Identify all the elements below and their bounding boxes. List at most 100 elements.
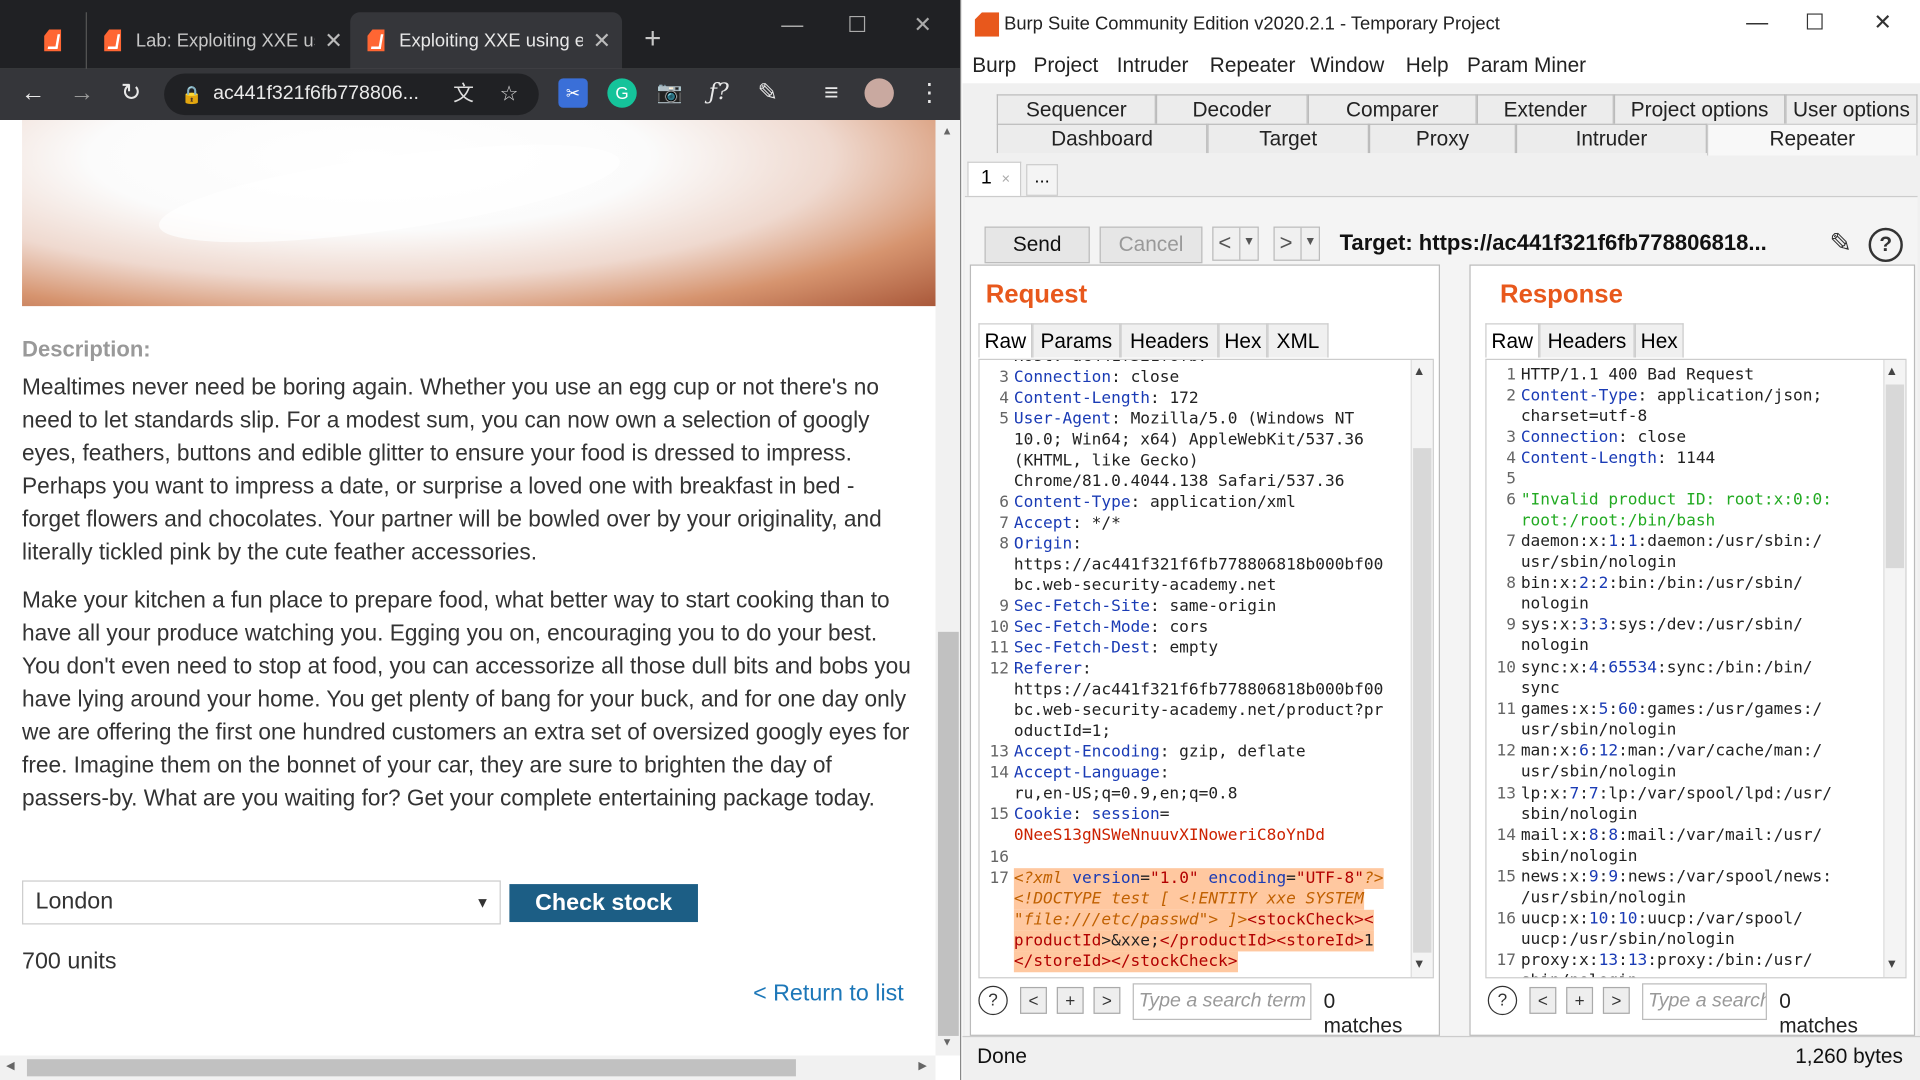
tab-decoder[interactable]: Decoder bbox=[1155, 94, 1308, 124]
bookmark-star-icon[interactable]: ☆ bbox=[500, 73, 519, 115]
url-text: ac441f321f6fb778806... bbox=[213, 83, 419, 105]
close-icon[interactable]: × bbox=[1002, 170, 1011, 187]
tab-params[interactable]: Params bbox=[1032, 323, 1121, 358]
maximize-button[interactable]: ☐ bbox=[1805, 10, 1825, 36]
browser-toolbar: ← → ↻ 🔒 ac441f321f6fb778806... ⽂ ☆ ✂ G 📷… bbox=[0, 68, 961, 121]
tab-headers[interactable]: Headers bbox=[1539, 323, 1635, 358]
scroll-right-arrow-icon[interactable]: ▶ bbox=[918, 1059, 926, 1072]
scroll-up-arrow-icon[interactable]: ▲ bbox=[1416, 365, 1423, 378]
browser-tab-active[interactable]: Exploiting XXE using e ✕ bbox=[350, 12, 623, 69]
tab-dashboard[interactable]: Dashboard bbox=[996, 123, 1208, 154]
menu-burp[interactable]: Burp bbox=[972, 54, 1016, 78]
search-next-button[interactable]: > bbox=[1602, 986, 1630, 1014]
eyedropper-icon[interactable]: ✎ bbox=[752, 78, 784, 107]
scroll-down-arrow-icon[interactable]: ▼ bbox=[1888, 958, 1895, 971]
scrollbar-thumb[interactable] bbox=[1413, 448, 1432, 953]
send-button[interactable]: Send bbox=[984, 226, 1090, 264]
tab-xml[interactable]: XML bbox=[1267, 323, 1329, 358]
history-forward-button[interactable]: > ▼ bbox=[1273, 226, 1321, 261]
history-back-button[interactable]: < ▼ bbox=[1212, 226, 1259, 261]
search-prev-button[interactable]: < bbox=[1020, 986, 1047, 1014]
close-icon[interactable]: ✕ bbox=[593, 28, 611, 54]
search-add-button[interactable]: + bbox=[1566, 986, 1594, 1014]
repeater-new-tab[interactable]: ... bbox=[1026, 164, 1058, 196]
menu-help[interactable]: Help bbox=[1406, 54, 1449, 78]
pencil-icon[interactable]: ✎ bbox=[1829, 228, 1852, 260]
tab-raw[interactable]: Raw bbox=[978, 323, 1033, 358]
cancel-button[interactable]: Cancel bbox=[1099, 226, 1203, 264]
extension-icon[interactable]: ✂ bbox=[558, 78, 588, 108]
scroll-down-arrow-icon[interactable]: ▼ bbox=[942, 1036, 953, 1048]
scroll-up-arrow-icon[interactable]: ▲ bbox=[1888, 365, 1895, 378]
profile-avatar[interactable] bbox=[864, 78, 894, 108]
tab-headers[interactable]: Headers bbox=[1120, 323, 1219, 358]
tab-raw[interactable]: Raw bbox=[1485, 323, 1540, 358]
tab-hex[interactable]: Hex bbox=[1634, 323, 1684, 358]
store-select[interactable]: London ▼ bbox=[22, 880, 501, 925]
address-bar[interactable]: 🔒 ac441f321f6fb778806... ⽂ ☆ bbox=[164, 73, 539, 116]
tab-comparer[interactable]: Comparer bbox=[1307, 94, 1477, 124]
response-search-input[interactable]: Type a search term bbox=[1642, 983, 1767, 1021]
return-to-list-link[interactable]: < Return to list bbox=[753, 981, 904, 1008]
browser-tab-pinned[interactable] bbox=[27, 12, 76, 68]
response-editor[interactable]: 1 HTTP/1.1 400 Bad Request 2 Content-Type:… bbox=[1485, 358, 1907, 979]
scrollbar-thumb[interactable] bbox=[937, 631, 959, 1036]
request-editor[interactable]: Host: ac441f321f6fb7 3Connection: close … bbox=[978, 358, 1434, 979]
tab-repeater[interactable]: Repeater bbox=[1706, 123, 1918, 156]
browser-tab-lab[interactable]: Lab: Exploiting XXE usi ✕ bbox=[85, 12, 343, 69]
function-icon[interactable]: ƒ? bbox=[703, 78, 735, 107]
tab-sequencer[interactable]: Sequencer bbox=[996, 94, 1156, 124]
new-tab-button[interactable]: + bbox=[644, 22, 661, 56]
menu-intruder[interactable]: Intruder bbox=[1117, 54, 1189, 78]
minimize-button[interactable]: — bbox=[1746, 10, 1768, 36]
repeater-tab-1[interactable]: 1 × bbox=[967, 161, 1022, 196]
menu-kebab-icon[interactable]: ⋮ bbox=[913, 78, 945, 107]
burp-favicon-icon bbox=[367, 29, 385, 52]
close-window-button[interactable]: ✕ bbox=[1873, 10, 1891, 36]
chevron-down-icon[interactable]: ▼ bbox=[1300, 227, 1316, 260]
back-arrow-icon[interactable]: ← bbox=[17, 78, 49, 107]
close-icon[interactable]: ✕ bbox=[324, 28, 342, 54]
scrollbar-thumb[interactable] bbox=[26, 1059, 796, 1077]
target-url[interactable]: Target: https://ac441f321f6fb778806818..… bbox=[1340, 230, 1767, 256]
help-icon[interactable]: ? bbox=[978, 985, 1008, 1016]
tab-hex[interactable]: Hex bbox=[1218, 323, 1268, 358]
burp-title-bar: Burp Suite Community Edition v2020.2.1 -… bbox=[962, 0, 1920, 49]
tab-target[interactable]: Target bbox=[1207, 123, 1369, 154]
grammarly-icon[interactable]: G bbox=[607, 78, 637, 108]
help-icon[interactable]: ? bbox=[1487, 985, 1518, 1016]
menu-window[interactable]: Window bbox=[1310, 54, 1384, 78]
tab-proxy[interactable]: Proxy bbox=[1368, 123, 1516, 154]
tab-project-options[interactable]: Project options bbox=[1613, 94, 1786, 124]
scrollbar-thumb[interactable] bbox=[1885, 384, 1905, 569]
search-add-button[interactable]: + bbox=[1056, 986, 1084, 1014]
response-editor-scrollbar[interactable]: ▲ ▼ bbox=[1883, 360, 1906, 978]
request-search-input[interactable]: Type a search term bbox=[1132, 983, 1312, 1021]
page-horizontal-scrollbar[interactable]: ◀ ▶ bbox=[0, 1055, 936, 1080]
media-queue-icon[interactable]: ≡ bbox=[816, 78, 848, 107]
scroll-up-arrow-icon[interactable]: ▲ bbox=[942, 125, 953, 137]
page-vertical-scrollbar[interactable]: ▲ ▼ bbox=[935, 120, 961, 1056]
menu-project[interactable]: Project bbox=[1033, 54, 1098, 78]
tab-user-options[interactable]: User options bbox=[1785, 94, 1918, 124]
repeater-tab-label: 1 bbox=[980, 167, 992, 189]
search-next-button[interactable]: > bbox=[1093, 986, 1121, 1014]
camera-icon[interactable]: 📷 bbox=[654, 78, 686, 107]
maximize-button[interactable]: ☐ bbox=[847, 12, 867, 38]
minimize-button[interactable]: — bbox=[781, 12, 803, 38]
check-stock-button[interactable]: Check stock bbox=[509, 884, 698, 923]
menu-repeater[interactable]: Repeater bbox=[1210, 54, 1296, 78]
menu-param-miner[interactable]: Param Miner bbox=[1467, 54, 1586, 78]
help-icon[interactable]: ? bbox=[1868, 227, 1903, 263]
reload-icon[interactable]: ↻ bbox=[115, 78, 147, 107]
request-editor-scrollbar[interactable]: ▲ ▼ bbox=[1410, 360, 1433, 978]
scroll-left-arrow-icon[interactable]: ◀ bbox=[6, 1059, 14, 1072]
chevron-down-icon[interactable]: ▼ bbox=[1239, 227, 1255, 260]
close-window-button[interactable]: ✕ bbox=[913, 12, 931, 38]
tab-intruder[interactable]: Intruder bbox=[1515, 123, 1707, 154]
translate-icon[interactable]: ⽂ bbox=[453, 73, 474, 115]
forward-arrow-icon[interactable]: → bbox=[66, 78, 98, 107]
search-prev-button[interactable]: < bbox=[1529, 986, 1557, 1014]
tab-extender[interactable]: Extender bbox=[1476, 94, 1614, 124]
scroll-down-arrow-icon[interactable]: ▼ bbox=[1416, 958, 1423, 971]
